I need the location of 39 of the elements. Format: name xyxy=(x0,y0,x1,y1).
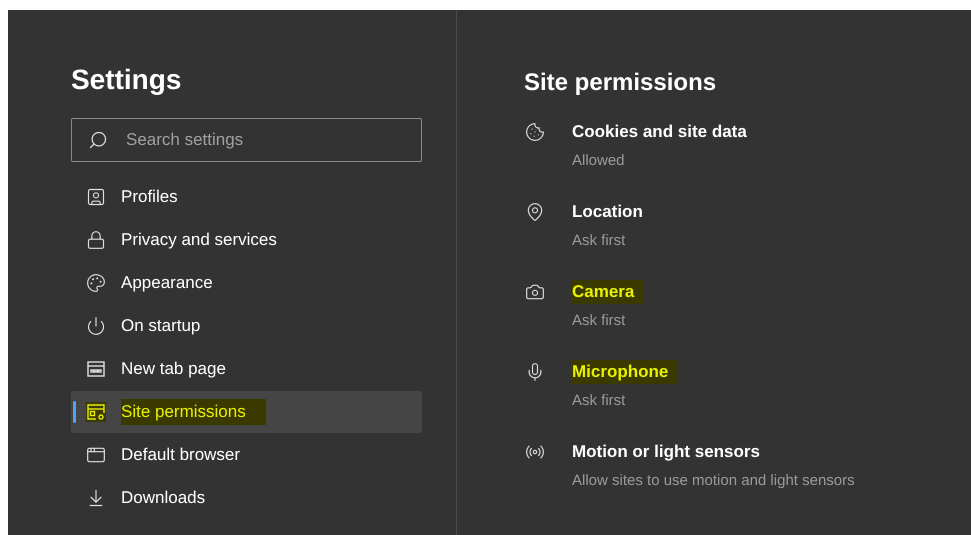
permission-item[interactable]: Location Ask first xyxy=(524,200,971,280)
permission-status: Ask first xyxy=(572,311,626,331)
camera-icon xyxy=(525,282,545,302)
permission-name: Motion or light sensors xyxy=(572,441,760,463)
permission-name: Location xyxy=(572,201,643,223)
sidebar-item-label: Profiles xyxy=(121,186,179,208)
sidebar-item[interactable]: Default browser xyxy=(71,434,422,476)
permission-item[interactable]: Camera Ask first xyxy=(524,280,971,360)
search-field[interactable]: Search settings xyxy=(71,118,422,162)
permission-item[interactable]: Motion or light sensors Allow sites to use motion and light sensors xyxy=(524,440,971,520)
selection-indicator xyxy=(73,401,76,423)
permission-name: Cookies and site data xyxy=(572,121,747,143)
sidebar-item[interactable]: Downloads xyxy=(71,477,422,519)
sidebar-item[interactable]: On startup xyxy=(71,305,422,347)
sidebar-item-label: Default browser xyxy=(121,444,242,466)
cookie-icon xyxy=(525,122,545,142)
settings-title: Settings xyxy=(71,63,182,97)
permission-name: Microphone xyxy=(572,360,678,384)
sidebar-item[interactable]: Privacy and services xyxy=(71,219,422,261)
sidebar-item-label: On startup xyxy=(121,315,202,338)
sidebar-item[interactable]: New tab page xyxy=(71,348,422,390)
permission-name: Camera xyxy=(572,280,644,304)
sidebar-item[interactable]: Profiles xyxy=(71,176,422,218)
sidebar-item-label: Privacy and services xyxy=(121,229,278,252)
permission-status: Ask first xyxy=(572,391,626,411)
permission-item[interactable]: Microphone Ask first xyxy=(524,360,971,440)
sidebar-item-label: Appearance xyxy=(121,272,214,294)
page-title: Site permissions xyxy=(524,68,718,98)
permission-status: Allow sites to use motion and light sensors xyxy=(572,471,855,491)
sidebar-item-label: Downloads xyxy=(121,487,206,510)
permission-item[interactable]: Cookies and site data Allowed xyxy=(524,120,971,200)
permission-status: Allowed xyxy=(572,151,626,171)
map-pin-icon xyxy=(525,202,545,222)
permission-status: Ask first xyxy=(572,231,626,251)
search-icon xyxy=(88,130,108,150)
sidebar-item-label: New tab page xyxy=(121,358,227,380)
sidebar-item-label: Site permissions xyxy=(121,399,266,425)
sidebar-item[interactable]: Site permissions xyxy=(71,391,422,433)
sidebar-item[interactable]: Appearance xyxy=(71,262,422,304)
